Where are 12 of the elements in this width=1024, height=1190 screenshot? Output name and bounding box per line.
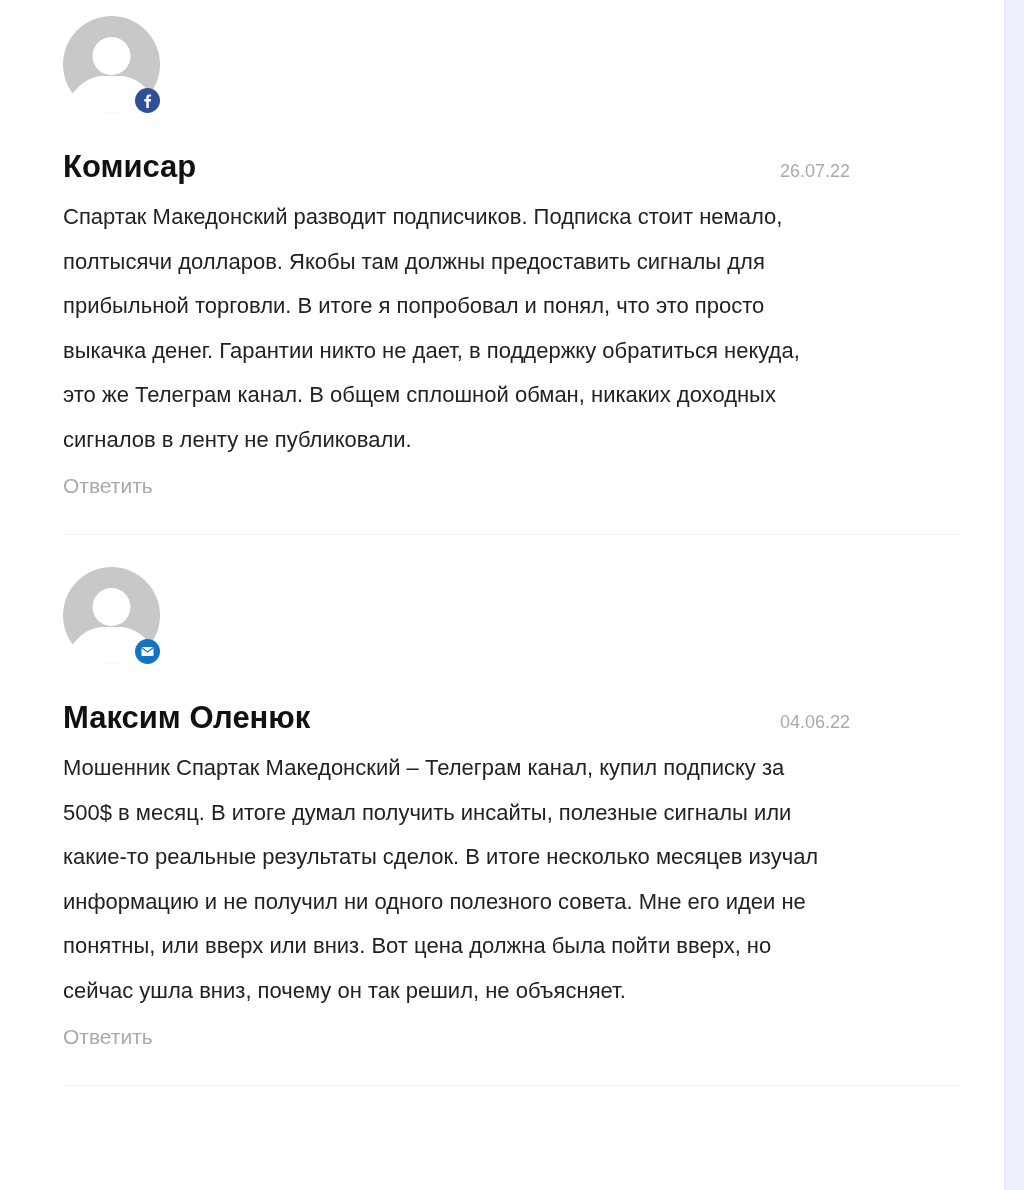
- avatar-icon: [63, 16, 160, 113]
- avatar-icon: [63, 567, 160, 664]
- reply-link[interactable]: Ответить: [63, 1025, 153, 1049]
- author-name: Максим Оленюк: [63, 700, 311, 736]
- comment-text: Мошенник Спартак Македонский – Телеграм канал, купил подписку за 500$ в месяц. В итоге думал получить инсайты, полезные сигналы или какие-то реальные результаты сделок. В итоге несколько месяцев изучал информацию и не получил ни одного полезного совета. Мне его идеи не понятны, или вверх или вниз. Вот цена должна была пойти вверх, но сейчас ушла вниз, почему он так решил, не объясняет.: [63, 754, 820, 1005]
- comment-date: 26.07.22: [779, 161, 850, 182]
- author-name: Комисар: [63, 149, 197, 185]
- facebook-icon: [135, 88, 160, 113]
- envelope-icon: [135, 639, 160, 664]
- comment-date: 04.06.22: [779, 712, 850, 733]
- reply-link[interactable]: Ответить: [63, 474, 153, 498]
- comment-text: Спартак Македонский разводит подписчиков. Подписка стоит немало, полтысячи долларов. Якобы там должны предоставить сигналы для прибыльной торговли. В итоге я попробовал и понял, что это просто выкачка денег. Гарантии никто не дает, в поддержку обратиться некуда, это же Телеграм канал. В общем сплошной обман, никаких доходных сигналов в ленту не публиковали.: [63, 203, 801, 454]
